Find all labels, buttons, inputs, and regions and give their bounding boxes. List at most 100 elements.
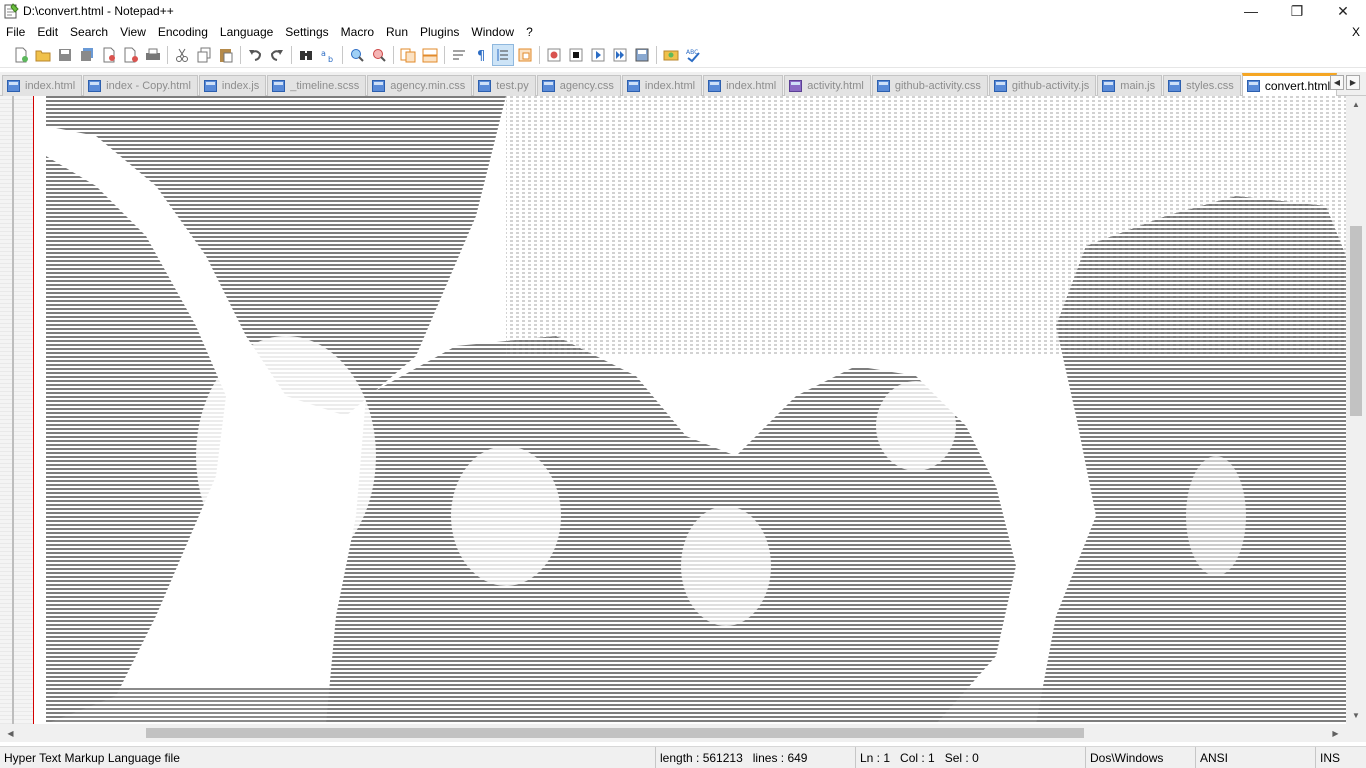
- find-icon[interactable]: [295, 44, 317, 66]
- scroll-right-button[interactable]: ▶: [1327, 724, 1344, 742]
- tab-github-activity-js[interactable]: github-activity.js: [988, 75, 1097, 96]
- tab-index-copy-html[interactable]: index - Copy.html: [83, 75, 198, 96]
- menu-language[interactable]: Language: [214, 22, 279, 42]
- tab-styles-css[interactable]: styles.css: [1163, 75, 1241, 96]
- tab-index-html[interactable]: index.html: [2, 75, 83, 96]
- tab-agency-css[interactable]: agency.css: [536, 75, 621, 96]
- status-lines: lines : 649: [752, 751, 808, 765]
- vertical-scrollbar[interactable]: ▲ ▼: [1346, 96, 1366, 724]
- file-tab-icon: [1102, 80, 1116, 92]
- menu-search[interactable]: Search: [64, 22, 114, 42]
- new-file-icon[interactable]: [10, 44, 32, 66]
- doc-map-icon[interactable]: [514, 44, 536, 66]
- toolbar-separator: [393, 45, 394, 64]
- replace-icon[interactable]: ab: [317, 44, 339, 66]
- paste-icon[interactable]: [215, 44, 237, 66]
- menu-plugins[interactable]: Plugins: [414, 22, 465, 42]
- minimize-button[interactable]: —: [1228, 0, 1274, 22]
- show-all-chars-icon[interactable]: ¶: [470, 44, 492, 66]
- tab-activity-html[interactable]: activity.html: [784, 75, 871, 96]
- word-wrap-icon[interactable]: [448, 44, 470, 66]
- tab-label: github-activity.css: [894, 80, 981, 92]
- ascii-art-text-content[interactable]: [36, 96, 1346, 724]
- menu-encoding[interactable]: Encoding: [152, 22, 214, 42]
- redo-icon[interactable]: [266, 44, 288, 66]
- editor-area[interactable]: [0, 96, 1366, 724]
- run-macro-multiple-icon[interactable]: [609, 44, 631, 66]
- window-title: D:\convert.html - Notepad++: [23, 4, 174, 18]
- toolbar-separator: [444, 45, 445, 64]
- menu-run[interactable]: Run: [380, 22, 414, 42]
- tab-label: index.js: [221, 80, 260, 92]
- zoom-out-icon[interactable]: [368, 44, 390, 66]
- vertical-scroll-thumb[interactable]: [1350, 226, 1362, 416]
- menu-macro[interactable]: Macro: [335, 22, 380, 42]
- menu-settings[interactable]: Settings: [279, 22, 334, 42]
- sync-vertical-icon[interactable]: [397, 44, 419, 66]
- file-tab-icon: [876, 80, 890, 92]
- svg-text:a: a: [321, 49, 326, 58]
- tab-label: convert.html: [1264, 79, 1331, 93]
- toolbar-separator: [291, 45, 292, 64]
- menu-edit[interactable]: Edit: [31, 22, 64, 42]
- toolbar-separator: [539, 45, 540, 64]
- tab-agency-min-css[interactable]: agency.min.css: [367, 75, 473, 96]
- sync-horizontal-icon[interactable]: [419, 44, 441, 66]
- menu-window[interactable]: Window: [465, 22, 520, 42]
- tab-index-html[interactable]: index.html: [621, 75, 703, 96]
- tab-index-js[interactable]: index.js: [198, 75, 267, 96]
- copy-icon[interactable]: [193, 44, 215, 66]
- ascii-art-image: [46, 96, 1346, 724]
- horizontal-scroll-thumb[interactable]: [146, 728, 1084, 738]
- restore-button[interactable]: ❐: [1274, 0, 1320, 22]
- stop-macro-icon[interactable]: [565, 44, 587, 66]
- tab-github-activity-css[interactable]: github-activity.css: [871, 75, 988, 96]
- scroll-up-button[interactable]: ▲: [1346, 96, 1366, 113]
- tab-scroll-left-button[interactable]: ◀: [1330, 75, 1344, 90]
- scroll-left-button[interactable]: ◀: [2, 724, 19, 742]
- cut-icon[interactable]: [171, 44, 193, 66]
- zoom-in-icon[interactable]: [346, 44, 368, 66]
- close-window-button[interactable]: ✕: [1320, 0, 1366, 22]
- tab-list: index.html index - Copy.html index.js _time…: [2, 73, 1338, 96]
- save-all-icon[interactable]: [76, 44, 98, 66]
- menu-file[interactable]: File: [0, 22, 31, 42]
- svg-text:¶: ¶: [477, 49, 485, 63]
- menu-help[interactable]: ?: [520, 22, 539, 42]
- save-icon[interactable]: [54, 44, 76, 66]
- status-ln: Ln : 1: [860, 751, 891, 765]
- status-col: Col : 1: [900, 751, 935, 765]
- scroll-down-button[interactable]: ▼: [1346, 707, 1366, 724]
- toolbar-separator: [240, 45, 241, 64]
- notepad-plus-plus-window: D:\convert.html - Notepad++ — ❐ ✕ File E…: [0, 0, 1366, 768]
- tab-index-html[interactable]: index.html: [703, 75, 784, 96]
- tab-main-js[interactable]: main.js: [1097, 75, 1163, 96]
- save-macro-icon[interactable]: [631, 44, 653, 66]
- open-file-icon[interactable]: [32, 44, 54, 66]
- close-icon[interactable]: [98, 44, 120, 66]
- play-macro-icon[interactable]: [587, 44, 609, 66]
- tab-test-py[interactable]: test.py: [473, 75, 536, 96]
- tab-label: main.js: [1120, 80, 1156, 92]
- close-document-button[interactable]: X: [1352, 22, 1360, 42]
- spell-check-icon[interactable]: ABC: [682, 44, 704, 66]
- status-eol-format[interactable]: Dos\Windows: [1086, 747, 1196, 768]
- indent-guide-icon[interactable]: [492, 43, 514, 66]
- tab-scroll-right-button[interactable]: ▶: [1346, 75, 1360, 90]
- horizontal-scrollbar[interactable]: ◀ ▶: [0, 724, 1346, 742]
- close-all-icon[interactable]: [120, 44, 142, 66]
- toolbar-separator: [656, 45, 657, 64]
- print-icon[interactable]: [142, 44, 164, 66]
- status-encoding[interactable]: ANSI: [1196, 747, 1316, 768]
- tab-label: index.html: [644, 80, 696, 92]
- undo-icon[interactable]: [244, 44, 266, 66]
- status-insert-mode[interactable]: INS: [1316, 747, 1366, 768]
- record-macro-icon[interactable]: [543, 44, 565, 66]
- tab--timeline-scss[interactable]: _timeline.scss: [267, 75, 367, 96]
- launch-browser-icon[interactable]: [660, 44, 682, 66]
- file-tab-icon: [272, 80, 286, 92]
- menu-view[interactable]: View: [114, 22, 152, 42]
- status-length: length : 561213: [660, 751, 743, 765]
- tab-convert-html[interactable]: convert.html: [1241, 73, 1338, 96]
- tab-label: styles.css: [1186, 80, 1234, 92]
